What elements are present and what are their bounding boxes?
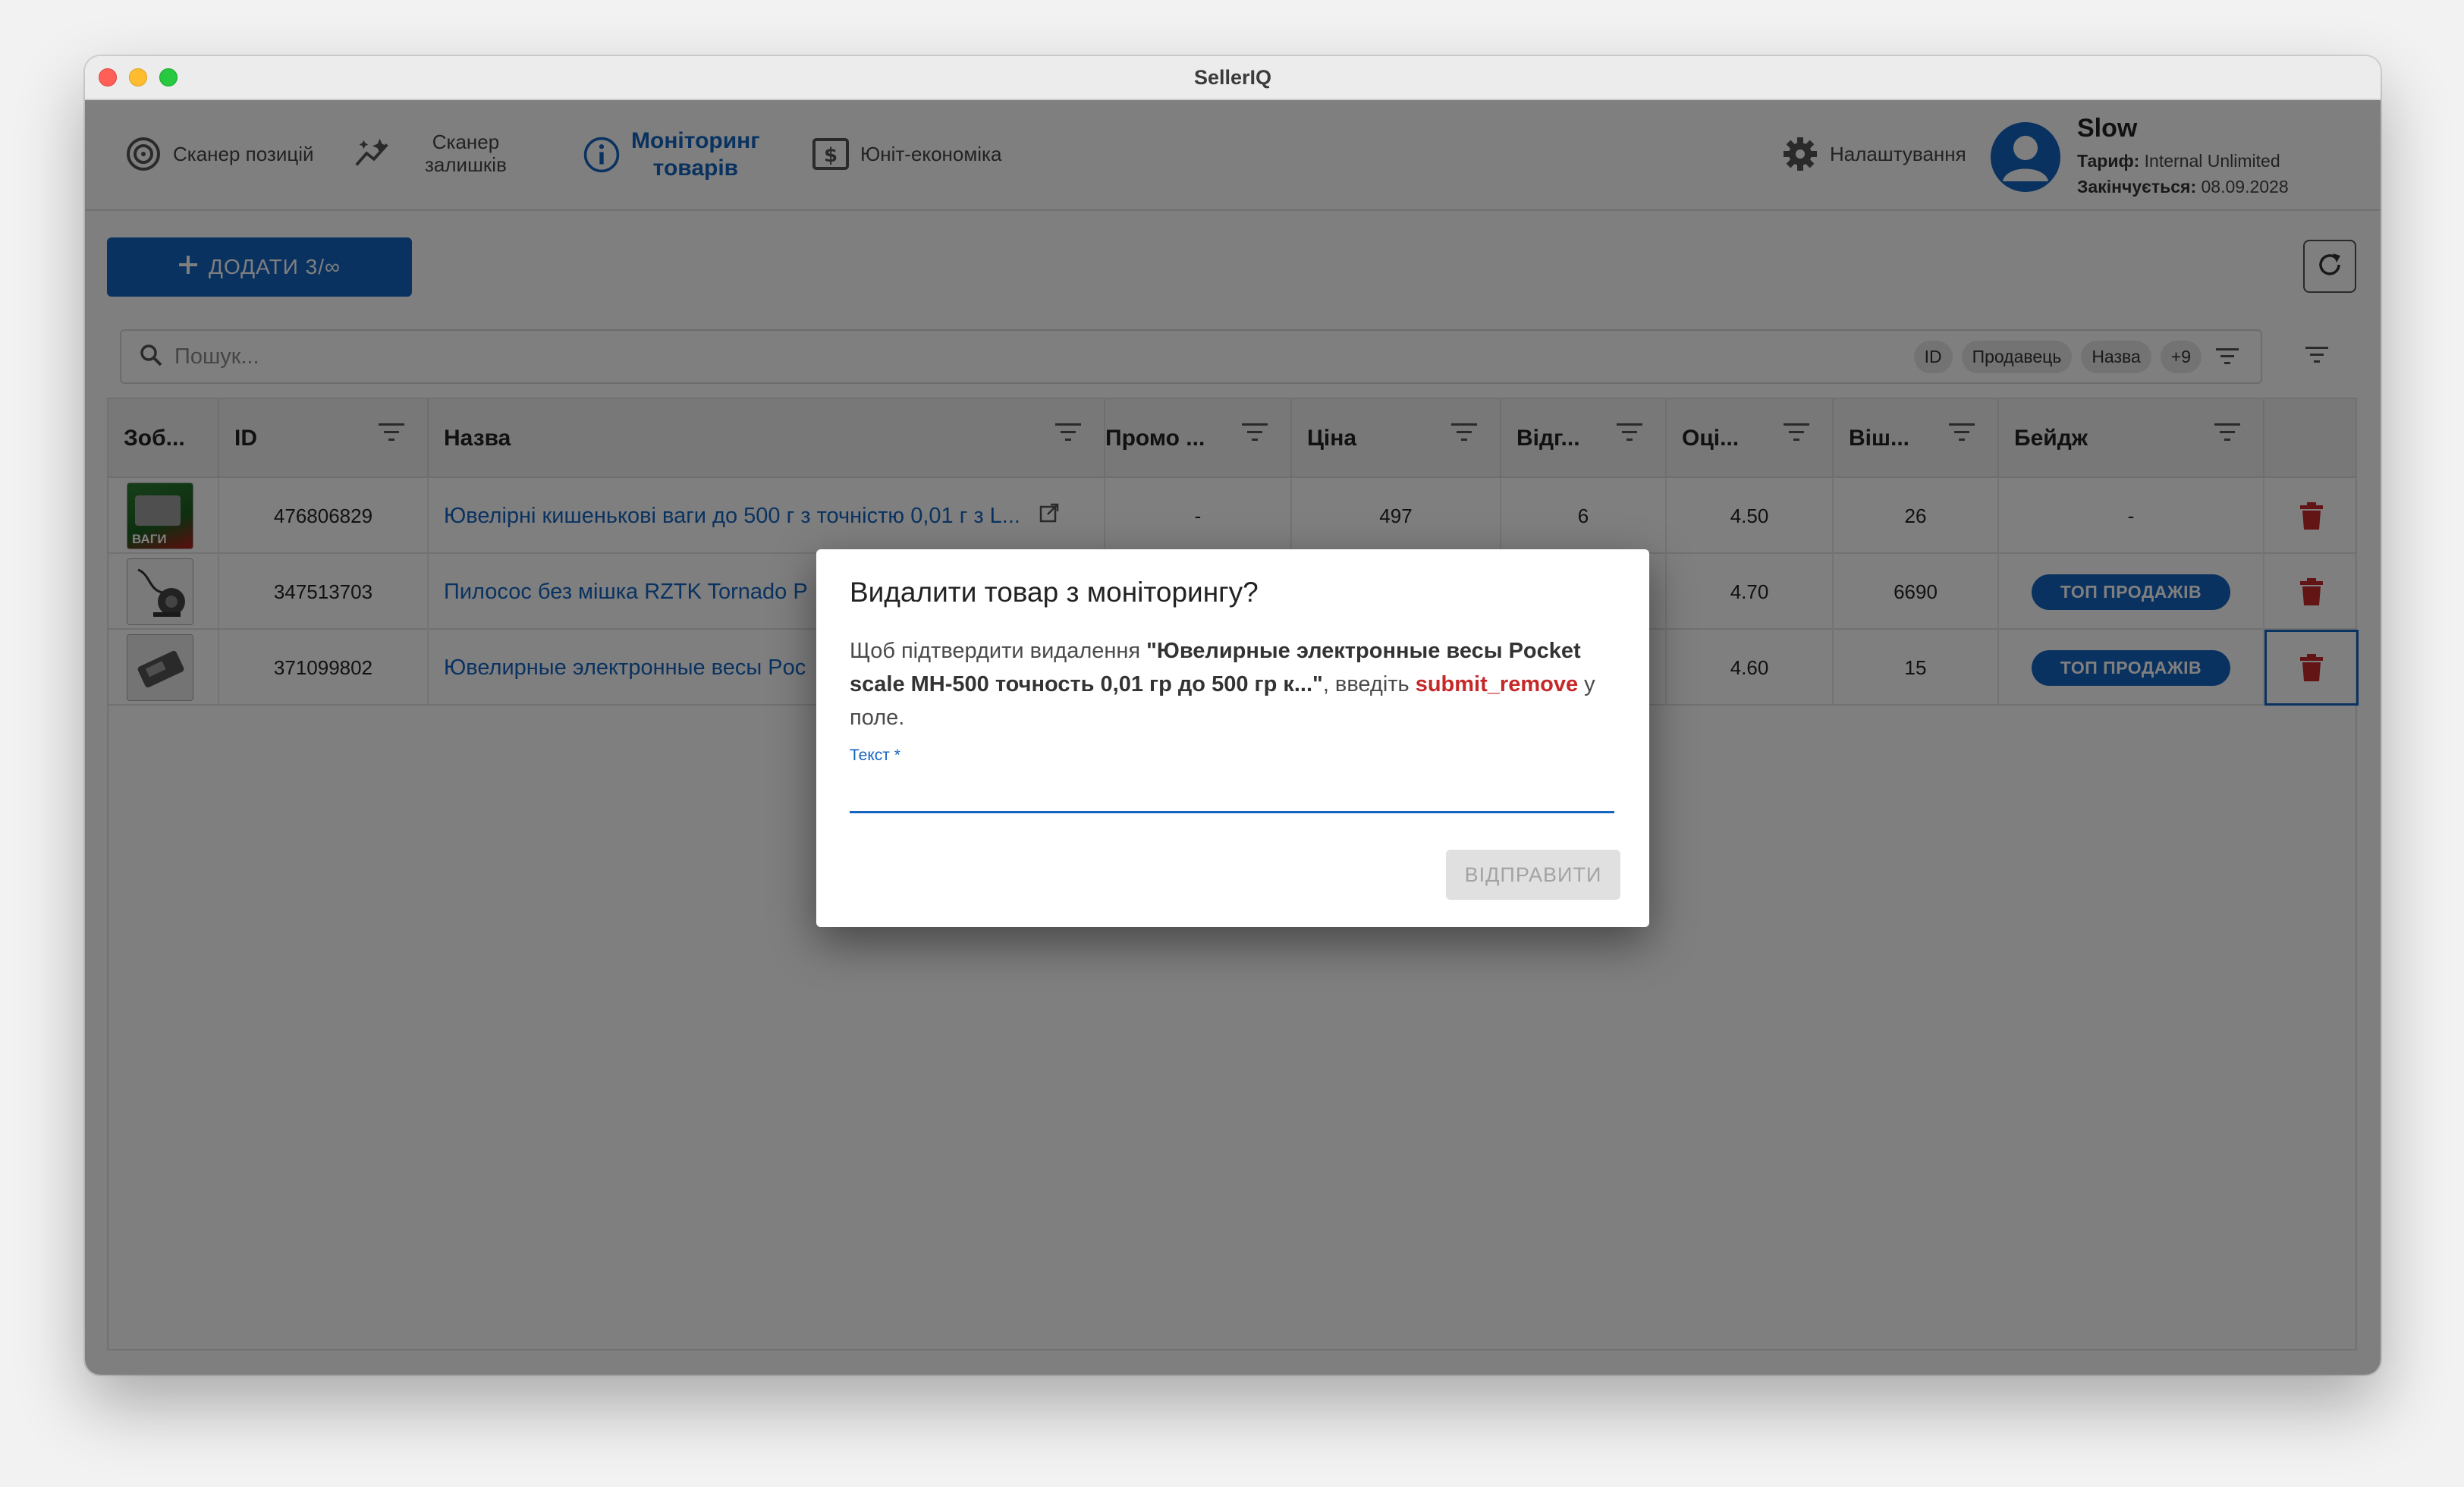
close-window-button[interactable] — [99, 68, 117, 86]
confirmation-text-input[interactable] — [850, 769, 1614, 813]
text-field-label: Текст * — [850, 747, 900, 764]
dialog-message-prefix: Щоб підтвердити видалення — [850, 639, 1147, 663]
dialog-title: Видалити товар з моніторингу? — [850, 577, 1259, 608]
window-title: SellerIQ — [1193, 65, 1272, 89]
confirmation-code: submit_remove — [1415, 672, 1579, 696]
submit-button[interactable]: ВІДПРАВИТИ — [1446, 850, 1620, 900]
window-controls — [99, 68, 178, 86]
app-window: SellerIQ Сканер позицій Сканер залишків — [85, 56, 2381, 1375]
dialog-message: Щоб підтвердити видалення "Ювелирные эле… — [850, 634, 1617, 734]
maximize-window-button[interactable] — [159, 68, 178, 86]
title-bar: SellerIQ — [85, 56, 2381, 100]
dialog-message-mid: , введіть — [1322, 672, 1416, 696]
confirm-delete-dialog: Видалити товар з моніторингу? Щоб підтве… — [816, 549, 1649, 927]
minimize-window-button[interactable] — [129, 68, 147, 86]
